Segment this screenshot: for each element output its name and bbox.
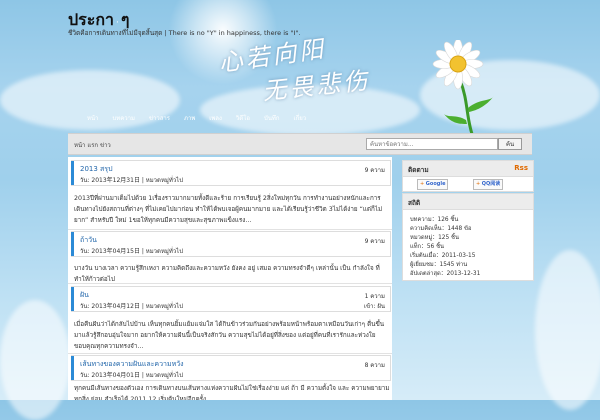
post-excerpt: เมื่อคืนฝันว่าได้กลับไปบ้าน เห็นทุกคนยิ้… xyxy=(74,321,385,350)
daisy-flower-illustration xyxy=(432,40,494,135)
post-title-link[interactable]: เส้นทางของความฝันและความหวัง xyxy=(80,359,184,370)
nav-item[interactable]: บันทึก xyxy=(257,113,287,123)
search-button[interactable]: ค้น xyxy=(498,138,522,150)
nav-item[interactable]: หน้า xyxy=(80,113,105,123)
plus-icon: + xyxy=(476,181,481,187)
site-title-text: ประกา xyxy=(68,10,115,29)
stat-line: อัปเดตล่าสุด：2013-12-31 xyxy=(410,271,481,277)
post-tag[interactable]: เข้า: ฝัน xyxy=(364,301,385,311)
google-badge-label: Google xyxy=(425,181,446,187)
comment-count[interactable]: 1 ความ xyxy=(365,291,385,301)
cloud-decoration xyxy=(0,300,70,420)
post-accent-bar xyxy=(71,232,74,256)
post-header: 2013 สรุป 9 ความ วัน: 2013年12月31日 | หมวด… xyxy=(71,160,391,186)
post-meta: วัน: 2013年04月01日 | หมวดหมู่ทั่วไป xyxy=(80,372,184,379)
nav-item[interactable]: ข่าวสาร xyxy=(142,113,177,123)
post-divider xyxy=(68,283,392,284)
subscribe-widget: ติดตาม Rss + Google + QQ阅读 xyxy=(402,160,534,192)
post-meta: วัน: 2013年12月31日 | หมวดหมู่ทั่วไป xyxy=(80,177,184,184)
toolbar: หน้า แรก ข่าว ค้น xyxy=(68,133,532,155)
qq-subscribe-badge[interactable]: + QQ阅读 xyxy=(473,179,504,190)
post-divider xyxy=(68,229,392,230)
post-accent-bar xyxy=(71,287,74,311)
qq-badge-label: QQ阅读 xyxy=(481,181,501,187)
site-title-tail: ๆ xyxy=(120,10,130,29)
nav-item[interactable]: ภาพ xyxy=(177,113,202,123)
post-accent-bar xyxy=(71,161,74,185)
post-title-link[interactable]: ฝัน xyxy=(80,290,89,301)
nav-item[interactable]: บทความ xyxy=(105,113,141,123)
title-separator: · xyxy=(116,18,119,28)
plus-icon: + xyxy=(420,181,425,187)
sidebar: ติดตาม Rss + Google + QQ阅读 สถิติ บทความ：… xyxy=(402,157,534,400)
google-subscribe-badge[interactable]: + Google xyxy=(417,179,449,190)
post-header: ฝัน 1 ความ วัน: 2013年04月12日 | หมวดหมู่ทั… xyxy=(71,286,391,312)
widget-header: ติดตาม Rss xyxy=(403,161,533,177)
main-nav: หน้า บทความ ข่าวสาร ภาพ เพลง วิดีโอ บันท… xyxy=(80,113,313,123)
post-header: เส้นทางของความฝันและความหวัง 8 ความ วัน:… xyxy=(71,355,391,381)
post-excerpt: ทุกคนมีเส้นทางของตัวเอง การเดินทางบนเส้น… xyxy=(74,385,390,400)
nav-item[interactable]: เกี่ยว xyxy=(287,113,314,123)
widget-header: สถิติ xyxy=(403,194,533,210)
widget-title: ติดตาม xyxy=(408,166,429,174)
post-meta: วัน: 2013年04月15日 | หมวดหมู่ทั่วไป xyxy=(80,248,184,255)
stats-widget: สถิติ บทความ：126 ชิ้น ความคิดเห็น：1448 ข… xyxy=(402,193,534,281)
breadcrumb[interactable]: หน้า แรก ข่าว xyxy=(74,140,111,150)
rss-link[interactable]: Rss xyxy=(514,164,528,172)
post-accent-bar xyxy=(71,356,74,380)
post-divider xyxy=(68,353,392,354)
post-excerpt: บางวัน บางเวลา ความรู้สึกเหงา ความคิดถึง… xyxy=(74,265,380,283)
widget-title: สถิติ xyxy=(408,199,421,207)
search-input[interactable] xyxy=(366,138,498,150)
cloud-decoration xyxy=(535,250,600,410)
post-header: ถ้าวัน 9 ความ วัน: 2013年04月15日 | หมวดหมู… xyxy=(71,231,391,257)
post-title-link[interactable]: ถ้าวัน xyxy=(80,235,97,246)
nav-item[interactable]: วิดีโอ xyxy=(229,113,257,123)
post-meta: วัน: 2013年04月12日 | หมวดหมู่ทั่วไป xyxy=(80,303,184,310)
nav-item[interactable]: เพลง xyxy=(202,113,229,123)
comment-count[interactable]: 9 ความ xyxy=(365,165,385,175)
post-excerpt: 2013ปีที่ผ่านมาเต็มไปด้วย 1เรื่องราวมากม… xyxy=(74,195,383,224)
comment-count[interactable]: 9 ความ xyxy=(365,236,385,246)
post-list: 2013 สรุป 9 ความ วัน: 2013年12月31日 | หมวด… xyxy=(68,157,392,400)
post-title-link[interactable]: 2013 สรุป xyxy=(80,164,113,175)
comment-count[interactable]: 8 ความ xyxy=(365,360,385,370)
